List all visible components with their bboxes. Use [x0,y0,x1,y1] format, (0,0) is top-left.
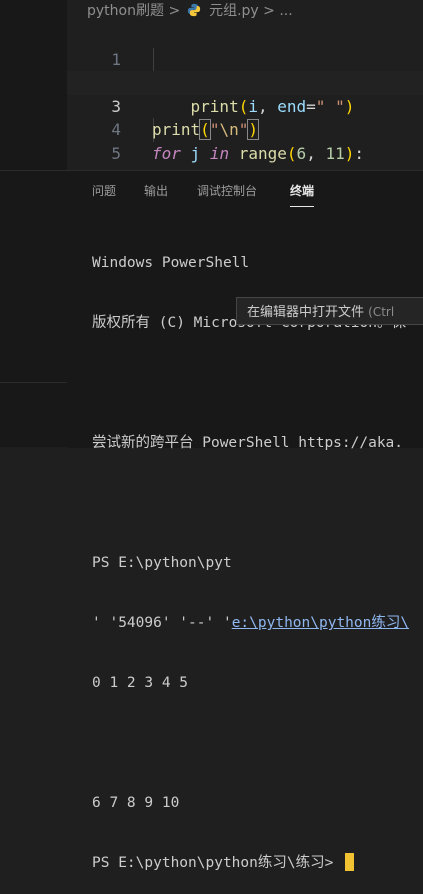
code-line: 4 for j in range(6, 11): [67,95,423,163]
terminal-line: ' '54096' '--' 'e:\python\python练习\ [92,613,423,633]
terminal-prompt-line[interactable]: PS E:\python\python练习\练习> [92,853,423,873]
terminal-file-link[interactable]: e:\python\python练习\ [232,615,409,631]
sidebar-divider [0,170,67,171]
breadcrumb: python刷题 > 元组.py > ... [87,0,293,22]
terminal-line: Windows PowerShell [92,255,250,271]
terminal-prompt: PS E:\python\python练习\练习> [92,855,343,871]
terminal-line: 尝试新的跨平台 PowerShell https://aka. [92,435,404,451]
activity-sidebar-strip [0,0,67,447]
breadcrumb-file[interactable]: 元组.py [209,3,259,19]
tab-problems[interactable]: 问题 [92,182,116,199]
code-lines: 1 for i in range(0, 6): 2 print(i, end="… [67,24,423,171]
terminal-cursor [345,853,355,871]
python-file-icon [187,3,200,17]
tooltip-shortcut-hint: (Ctrl [368,305,395,319]
sidebar-divider [0,382,67,383]
code-line-current: 3 print("\n") [67,71,423,140]
terminal-line: 0 1 2 3 4 5 [92,675,189,691]
tab-debug-console[interactable]: 调试控制台 [197,182,257,199]
panel-tabs: 问题 输出 调试控制台 终端 [67,171,423,211]
terminal-line: 6 7 8 9 10 [92,795,180,811]
code-line: 5 print(j, end=" ") [67,118,423,171]
terminal-line: PS E:\python\pyt [92,555,232,571]
tab-terminal[interactable]: 终端 [290,182,315,207]
tab-output[interactable]: 输出 [144,182,168,199]
terminal-args: ' '54096' '--' ' [92,615,232,631]
code-line: 6 [67,142,423,170]
breadcrumb-folder[interactable]: python刷题 [87,3,164,19]
code-editor[interactable]: python刷题 > 元组.py > ... 1 for i in range(… [67,0,423,170]
code-line: 1 for i in range(0, 6): [67,24,423,93]
link-hover-tooltip[interactable]: 在编辑器中打开文件 (Ctrl [236,297,423,325]
tooltip-text: 在编辑器中打开文件 [247,305,365,320]
code-line: 2 print(i, end=" ") [67,48,423,116]
breadcrumb-more[interactable]: > ... [263,3,293,19]
breadcrumb-separator: > [168,3,181,19]
